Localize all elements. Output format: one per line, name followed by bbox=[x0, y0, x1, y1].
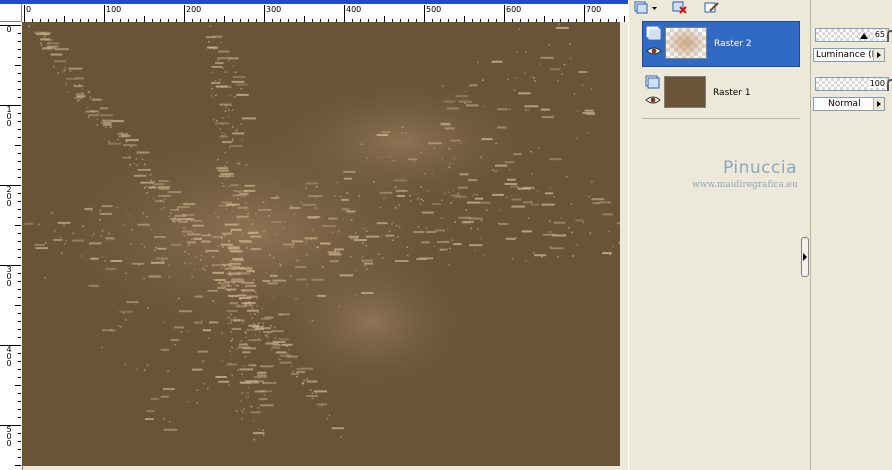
vertical-ruler: 0 1 0 0 2 0 0 3 0 0 4 0 0 5 0 0 bbox=[0, 22, 23, 470]
blend-mode-value: Normal bbox=[828, 99, 861, 109]
collapse-arrow-icon[interactable] bbox=[801, 237, 809, 277]
blend-mode-select-top[interactable]: Luminance (H) bbox=[813, 48, 885, 62]
layer-icon bbox=[646, 26, 661, 40]
layer-row-raster-1[interactable]: Raster 1 bbox=[642, 71, 800, 117]
ruler-label: 400 bbox=[346, 5, 362, 14]
ruler-label: 300 bbox=[266, 5, 282, 14]
layers-palette: Raster 2 Raster 1 Pinuccia www.maidiregr… bbox=[628, 0, 811, 470]
canvas-area: 0 100 200 300 400 500 600 700 0 1 0 0 2 0 0 3 0 0 4… bbox=[0, 0, 628, 470]
eye-icon[interactable] bbox=[645, 95, 661, 105]
ruler-label: 1 0 0 bbox=[6, 105, 12, 128]
delete-layer-icon bbox=[672, 1, 687, 14]
canvas-gutter bbox=[620, 22, 628, 470]
blend-mode-value: Luminance (H) bbox=[816, 50, 882, 60]
layer-divider bbox=[642, 118, 800, 119]
canvas-texture bbox=[22, 22, 620, 466]
ruler-label: 200 bbox=[186, 5, 202, 14]
horizontal-ruler: 0 100 200 300 400 500 600 700 bbox=[22, 4, 628, 23]
layer-icon bbox=[634, 1, 657, 13]
watermark-url: www.maidiregrafica.eu bbox=[692, 180, 798, 190]
layer-properties-panel: 65 Luminance (H) 100 Normal bbox=[810, 0, 892, 470]
ruler-label: 5 0 0 bbox=[6, 425, 12, 448]
edit-layer-icon bbox=[704, 1, 719, 12]
eye-icon[interactable] bbox=[646, 46, 662, 56]
layer-icon bbox=[645, 75, 660, 89]
dropdown-arrow-icon[interactable] bbox=[873, 98, 884, 110]
ruler-label: 0 bbox=[6, 25, 12, 34]
opacity-slider-top[interactable]: 65 bbox=[815, 28, 889, 42]
ruler-label: 4 0 0 bbox=[6, 345, 12, 368]
delete-layer-button[interactable] bbox=[671, 0, 689, 14]
ruler-label: 100 bbox=[106, 5, 122, 14]
ruler-label: 600 bbox=[506, 5, 522, 14]
ruler-label: 500 bbox=[426, 5, 442, 14]
opacity-value: 100 bbox=[868, 79, 886, 88]
opacity-value: 65 bbox=[873, 30, 886, 39]
slider-thumb-icon[interactable] bbox=[860, 33, 868, 39]
edit-layer-button[interactable] bbox=[703, 0, 721, 14]
edge-icon bbox=[887, 79, 892, 91]
layer-name: Raster 1 bbox=[713, 88, 751, 98]
new-layer-button[interactable] bbox=[633, 0, 659, 14]
layer-thumbnail bbox=[665, 27, 707, 59]
ruler-label: 0 bbox=[26, 5, 32, 14]
watermark-title: Pinuccia bbox=[723, 158, 797, 178]
layer-name: Raster 2 bbox=[714, 39, 752, 49]
layer-row-raster-2[interactable]: Raster 2 bbox=[642, 21, 800, 67]
dropdown-arrow-icon[interactable] bbox=[873, 49, 884, 61]
opacity-slider-bottom[interactable]: 100 bbox=[815, 77, 889, 91]
edge-icon bbox=[887, 30, 892, 42]
dropdown-arrow-icon bbox=[652, 6, 657, 10]
ruler-label: 2 0 0 bbox=[6, 185, 12, 208]
ruler-label: 700 bbox=[586, 5, 602, 14]
ruler-corner bbox=[0, 4, 22, 22]
ruler-label: 3 0 0 bbox=[6, 265, 12, 288]
image-canvas[interactable] bbox=[22, 22, 620, 466]
layer-thumbnail bbox=[664, 76, 706, 108]
blend-mode-select-bottom[interactable]: Normal bbox=[813, 97, 885, 111]
layers-toolbar bbox=[629, 0, 811, 16]
